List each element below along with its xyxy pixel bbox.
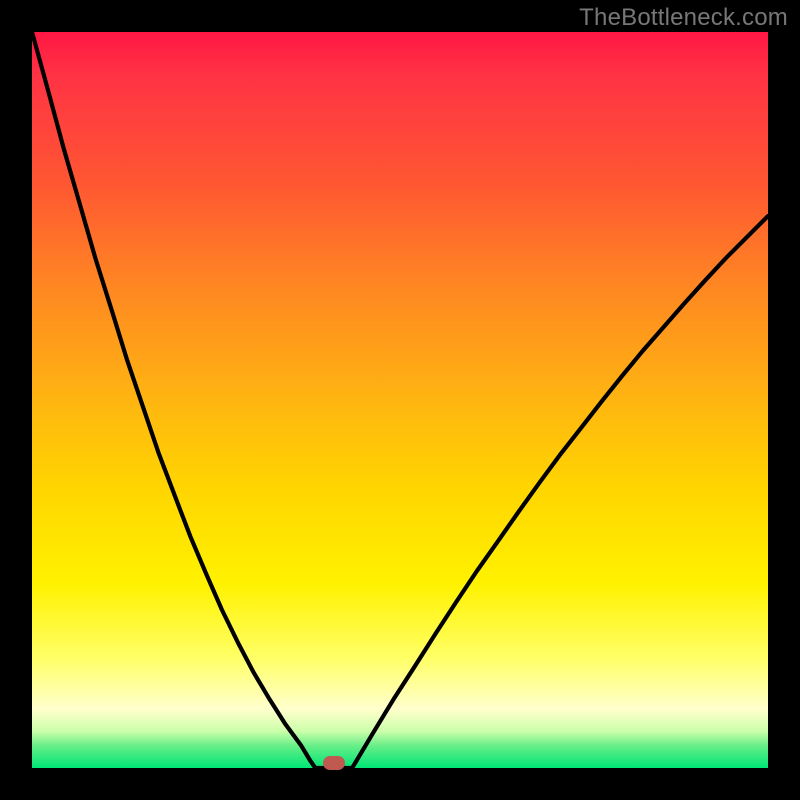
bottleneck-curve [32,32,768,768]
curve-svg [32,32,768,768]
optimal-marker [323,756,345,770]
outer-frame: TheBottleneck.com [0,0,800,800]
plot-area [32,32,768,768]
watermark-text: TheBottleneck.com [579,4,788,32]
